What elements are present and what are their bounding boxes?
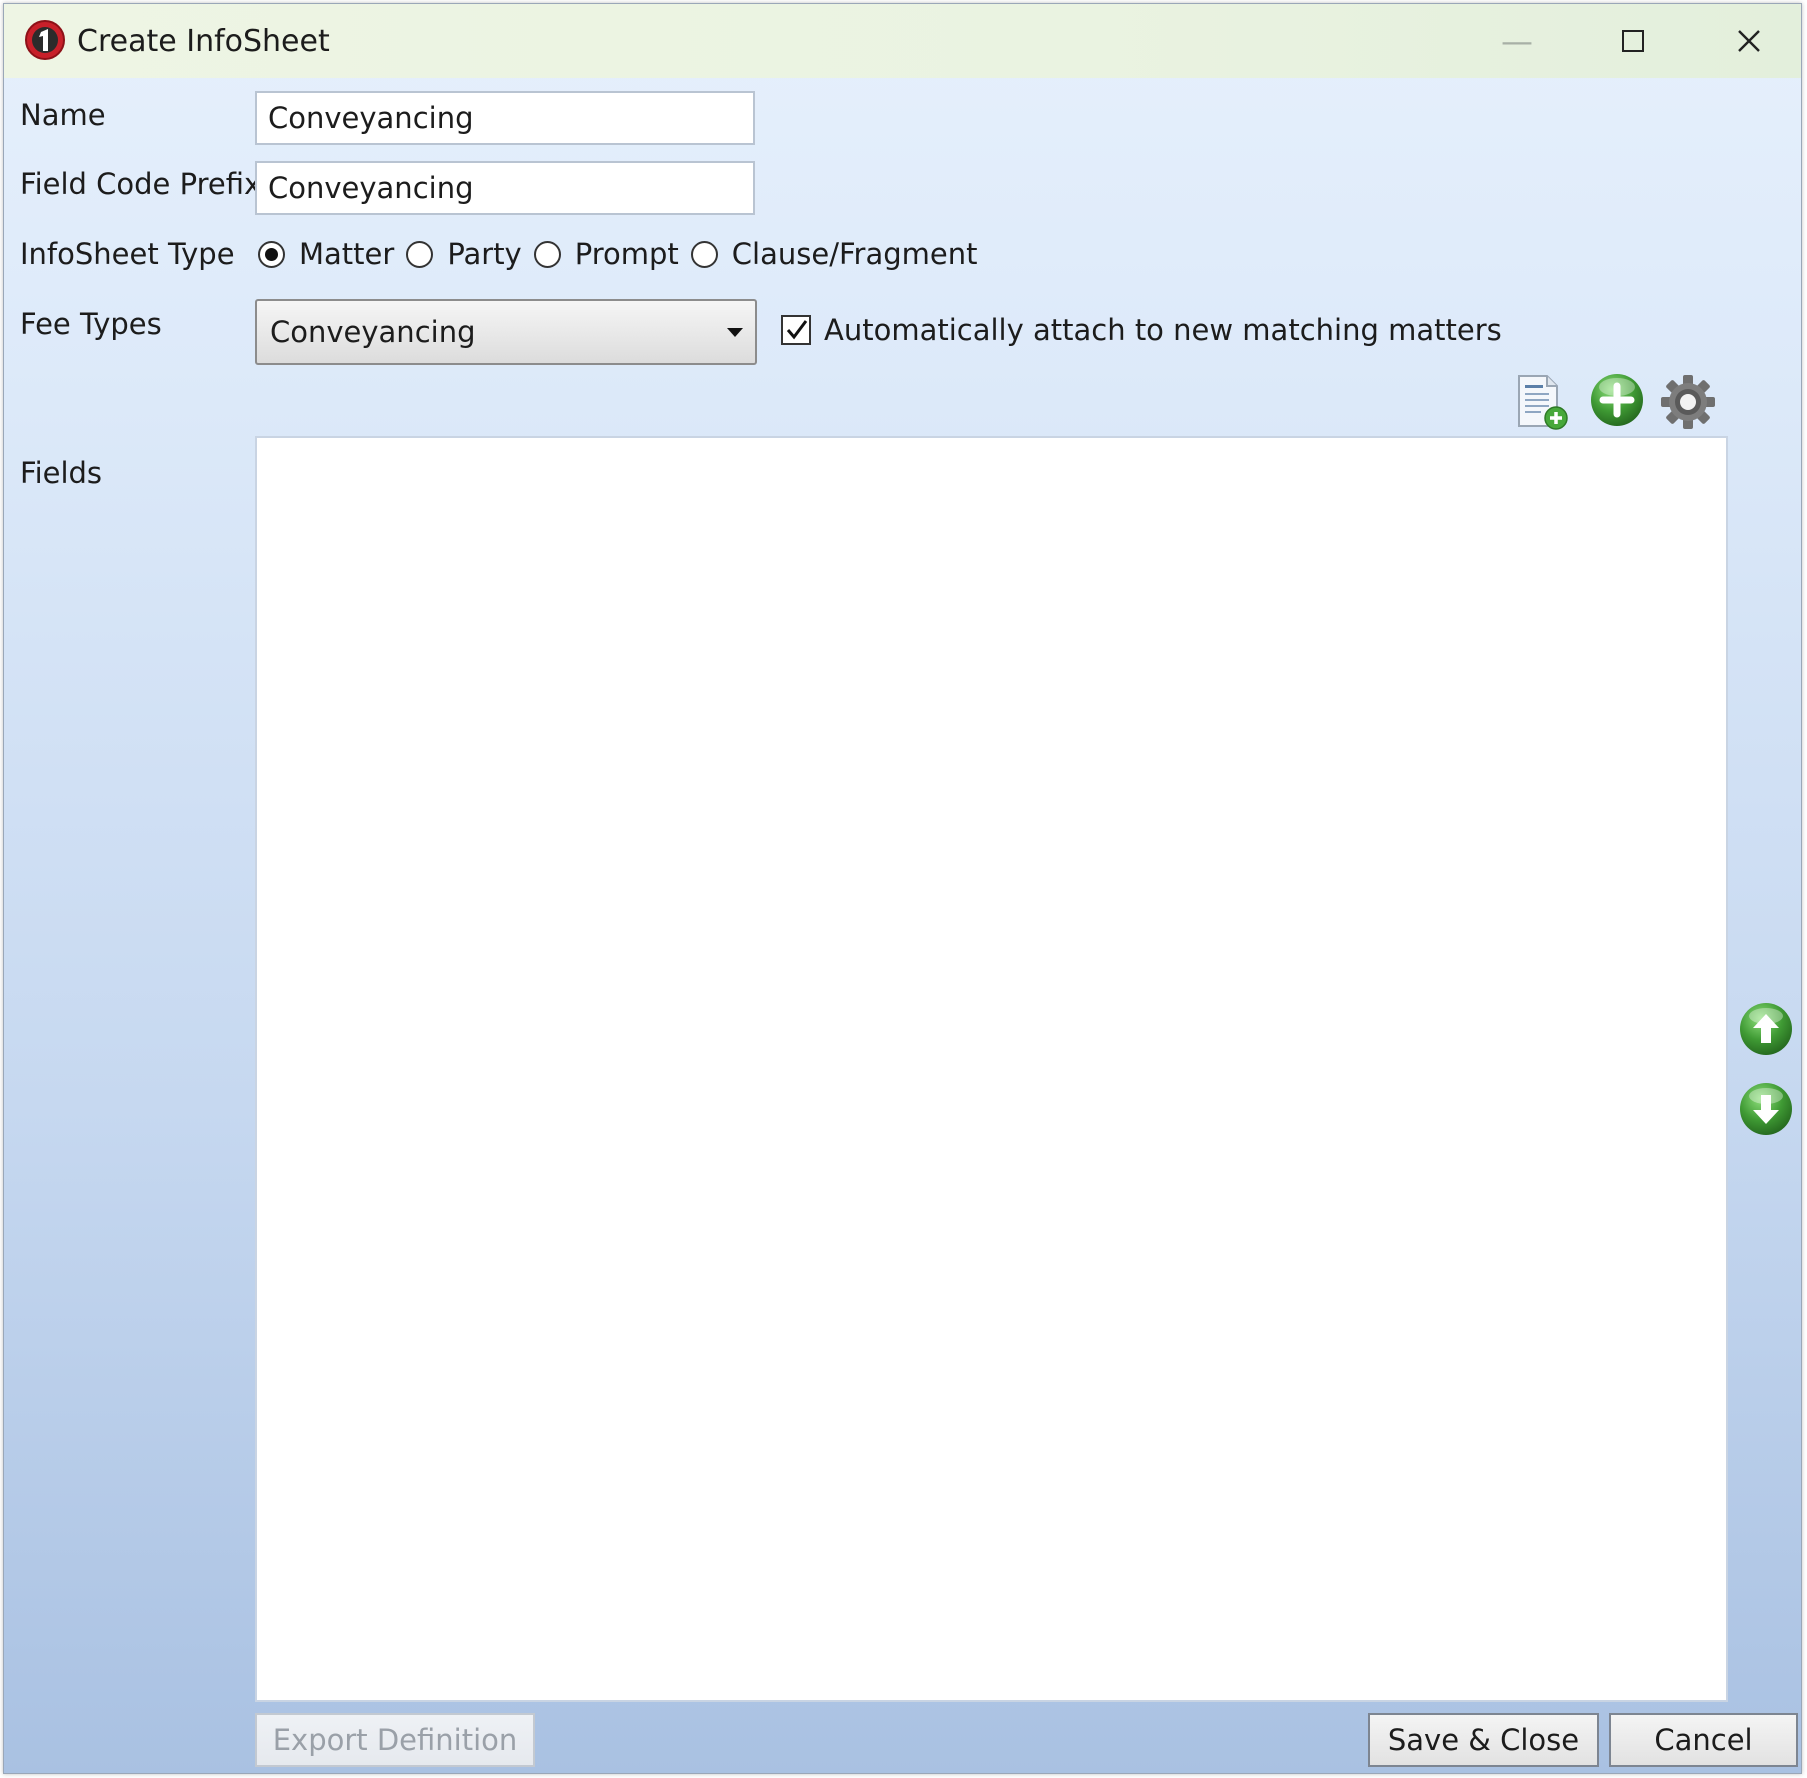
radio-party-indicator[interactable] xyxy=(406,240,434,268)
name-label: Name xyxy=(20,98,106,132)
name-input[interactable] xyxy=(255,91,755,145)
field-code-prefix-input[interactable] xyxy=(255,161,755,215)
radio-prompt-label: Prompt xyxy=(574,237,679,271)
radio-party-label: Party xyxy=(447,237,522,271)
window-title: Create InfoSheet xyxy=(77,24,330,59)
infosheet-type-label: InfoSheet Type xyxy=(20,237,235,271)
radio-clause-fragment-indicator[interactable] xyxy=(690,240,718,268)
radio-matter-indicator[interactable] xyxy=(258,240,285,268)
fields-list[interactable] xyxy=(255,436,1728,1702)
cancel-button[interactable]: Cancel xyxy=(1609,1713,1798,1767)
fee-types-selected-value: Conveyancing xyxy=(270,315,476,349)
auto-attach-label: Automatically attach to new matching mat… xyxy=(824,313,1502,347)
auto-attach-option[interactable]: Automatically attach to new matching mat… xyxy=(781,313,1502,347)
checkmark-icon xyxy=(786,320,808,340)
create-infosheet-dialog: Create InfoSheet — Name Field Code Prefi… xyxy=(3,3,1802,1774)
move-up-icon[interactable] xyxy=(1737,1000,1795,1058)
settings-gear-icon[interactable] xyxy=(1658,372,1718,432)
infosheet-type-radio-group: Matter Party Prompt Clause/Fragment xyxy=(258,234,989,274)
radio-party[interactable]: Party xyxy=(406,237,522,271)
chevron-down-icon xyxy=(727,328,743,337)
move-down-icon[interactable] xyxy=(1737,1080,1795,1138)
app-logo-icon xyxy=(25,20,65,60)
maximize-icon xyxy=(1622,30,1644,52)
save-close-button[interactable]: Save & Close xyxy=(1368,1713,1599,1767)
radio-clause-fragment[interactable]: Clause/Fragment xyxy=(690,237,978,271)
export-definition-button[interactable]: Export Definition xyxy=(255,1713,535,1767)
auto-attach-checkbox[interactable] xyxy=(781,315,811,345)
minimize-button[interactable]: — xyxy=(1459,4,1575,78)
field-code-prefix-label: Field Code Prefix xyxy=(20,167,262,201)
add-document-icon[interactable] xyxy=(1511,372,1571,432)
radio-matter[interactable]: Matter xyxy=(258,237,394,271)
add-icon[interactable] xyxy=(1587,370,1647,430)
radio-matter-label: Matter xyxy=(299,237,395,271)
close-button[interactable] xyxy=(1691,4,1807,78)
maximize-button[interactable] xyxy=(1575,4,1691,78)
fields-label: Fields xyxy=(20,456,103,490)
close-icon xyxy=(1738,30,1760,52)
fee-types-dropdown[interactable]: Conveyancing xyxy=(255,299,757,365)
radio-clause-fragment-label: Clause/Fragment xyxy=(731,237,978,271)
fee-types-label: Fee Types xyxy=(20,307,162,341)
radio-prompt-indicator[interactable] xyxy=(533,240,561,268)
radio-prompt[interactable]: Prompt xyxy=(533,237,679,271)
title-bar[interactable]: Create InfoSheet — xyxy=(4,4,1801,78)
